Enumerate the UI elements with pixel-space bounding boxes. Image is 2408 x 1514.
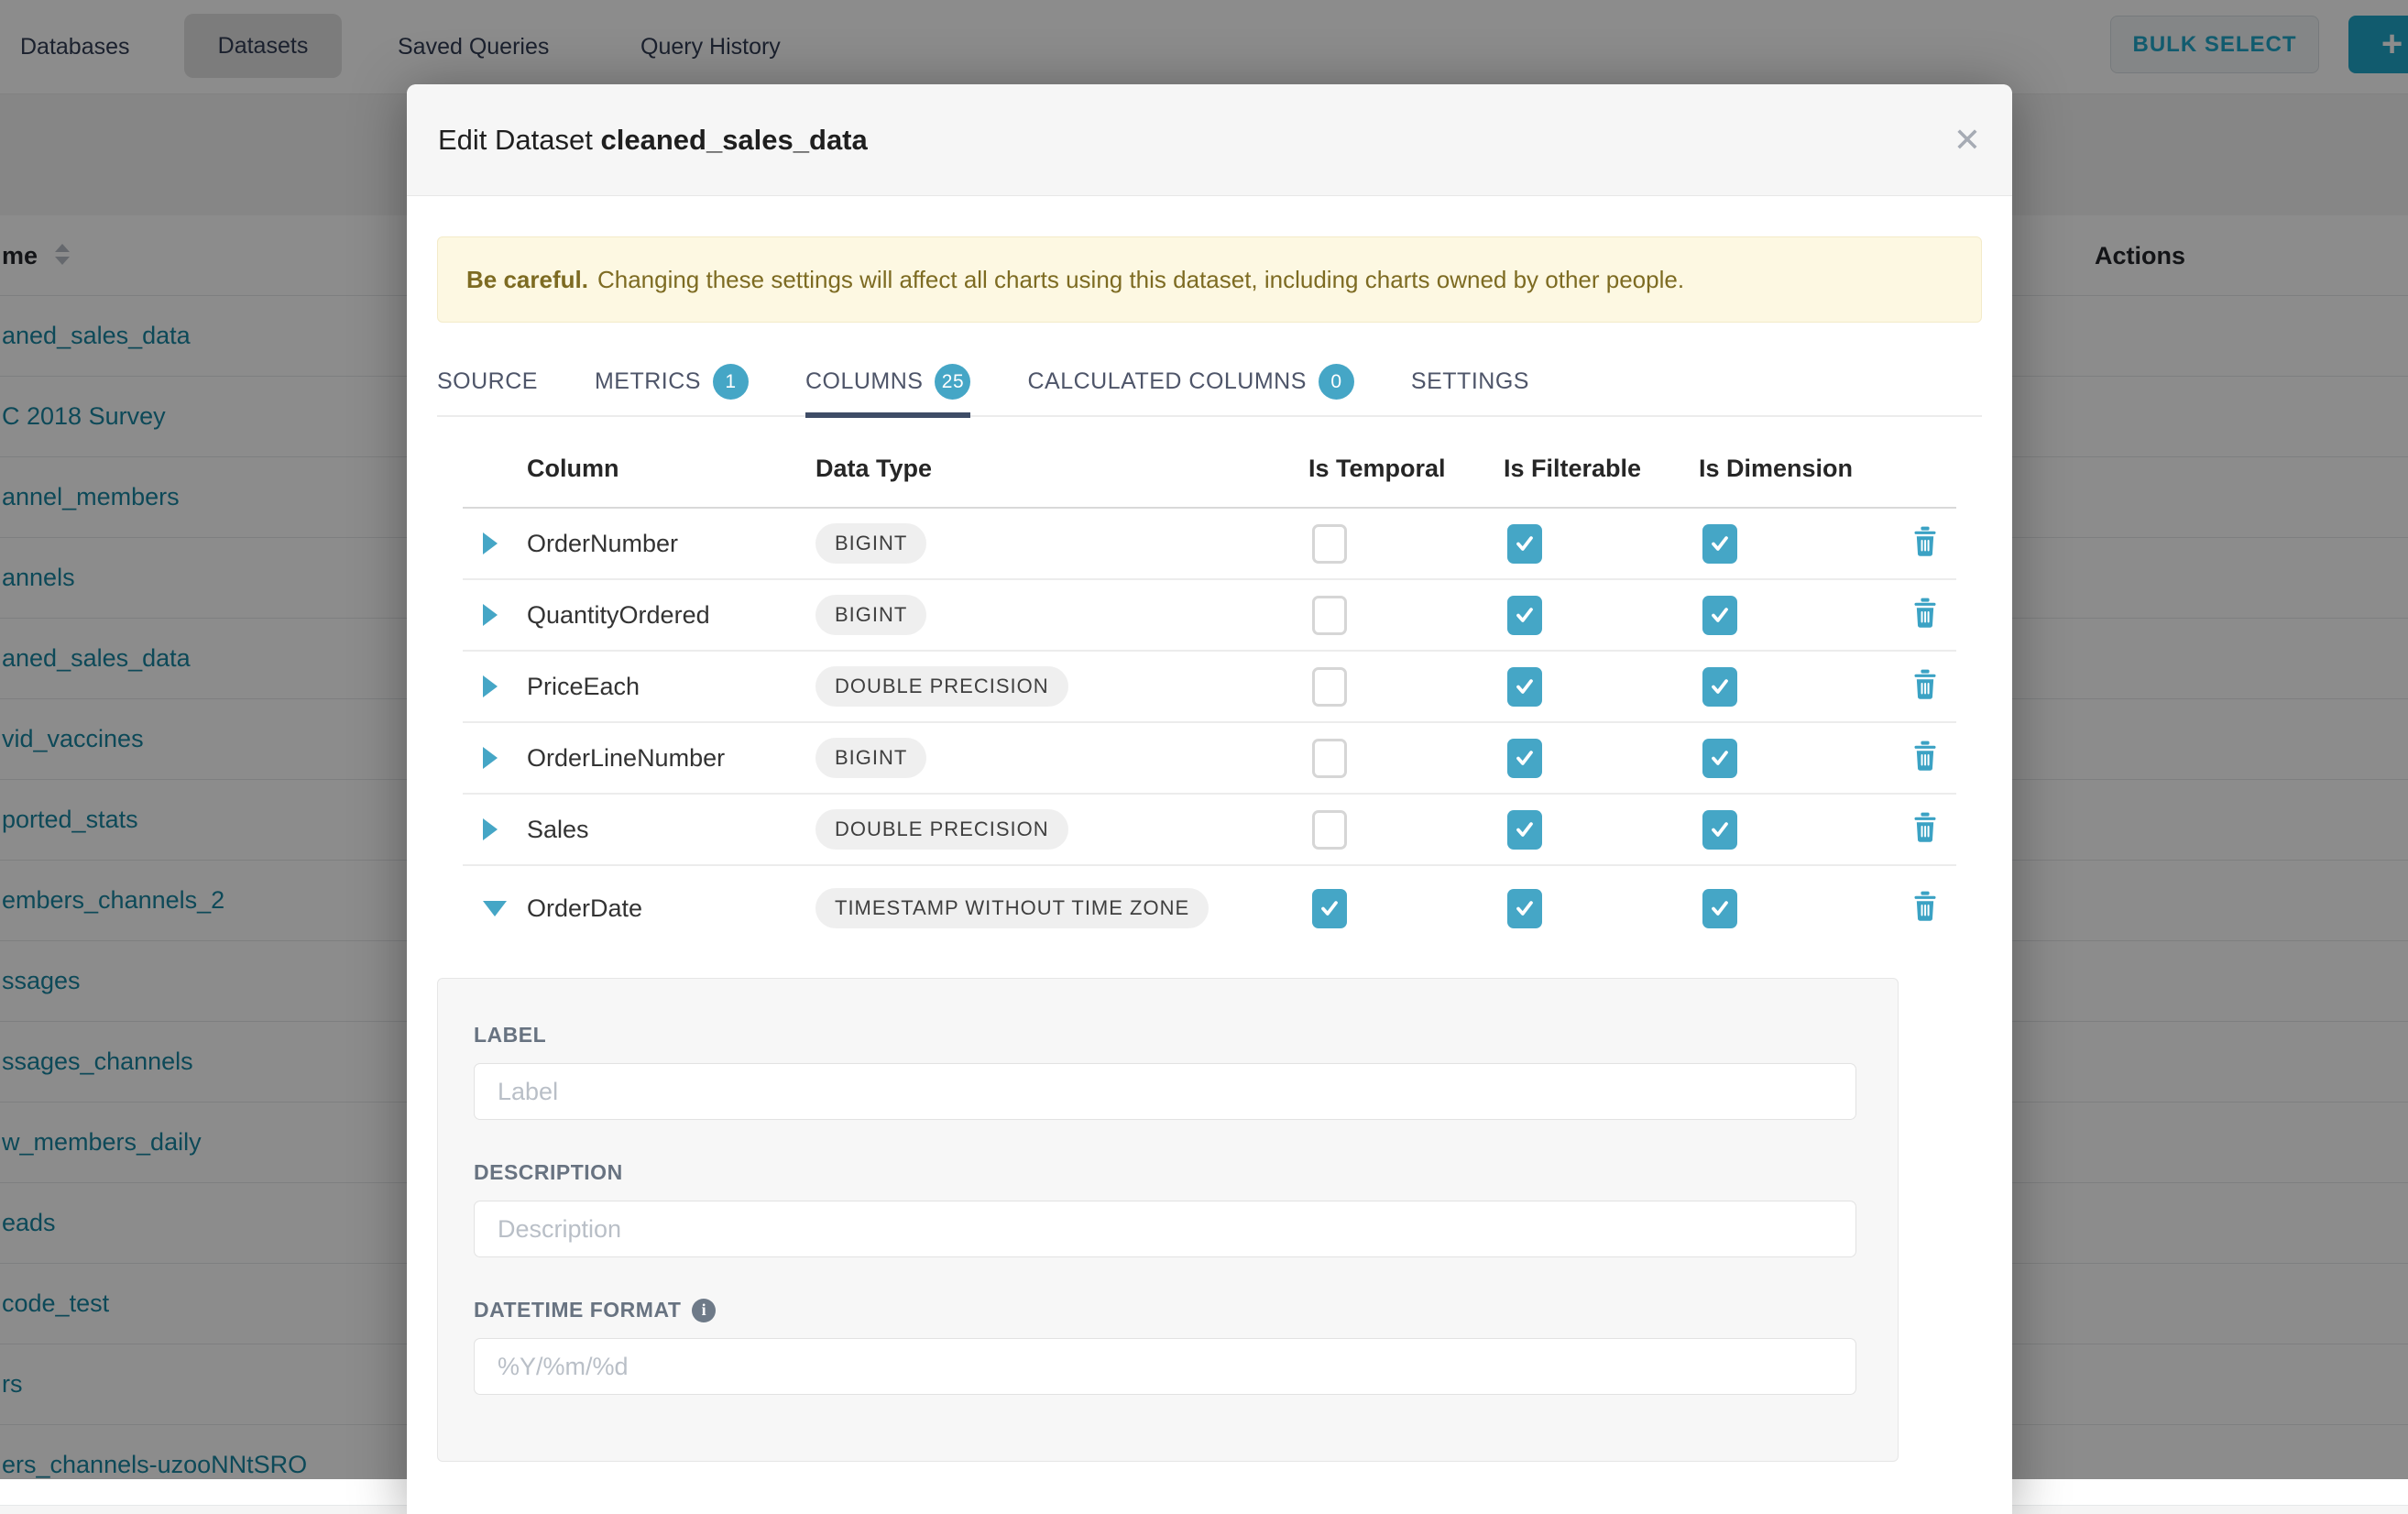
expand-caret-icon[interactable] bbox=[483, 604, 498, 626]
is-filterable-checkbox-checked[interactable] bbox=[1507, 810, 1542, 850]
data-type-badge: DOUBLE PRECISION bbox=[815, 809, 1068, 850]
is-temporal-header: Is Temporal bbox=[1308, 455, 1504, 483]
expand-caret-icon[interactable] bbox=[483, 675, 498, 697]
active-tab-indicator bbox=[805, 412, 971, 418]
columns-table-header-row: Column Data Type Is Temporal Is Filterab… bbox=[463, 417, 1956, 509]
is-filterable-checkbox-checked[interactable] bbox=[1507, 739, 1542, 778]
data-type-badge: BIGINT bbox=[815, 738, 926, 778]
tab-settings[interactable]: SETTINGS bbox=[1411, 347, 1529, 416]
columns-table: Column Data Type Is Temporal Is Filterab… bbox=[463, 417, 1956, 978]
is-temporal-checkbox-unchecked[interactable] bbox=[1312, 667, 1347, 707]
is-dimension-checkbox-checked[interactable] bbox=[1702, 739, 1737, 778]
tab-metrics[interactable]: METRICS 1 bbox=[595, 347, 749, 416]
column-name: OrderNumber bbox=[527, 530, 815, 558]
datetime-format-input[interactable] bbox=[474, 1338, 1856, 1395]
is-dimension-checkbox-checked[interactable] bbox=[1702, 596, 1737, 635]
column-name: Sales bbox=[527, 816, 815, 844]
column-name: OrderLineNumber bbox=[527, 744, 815, 773]
is-filterable-header: Is Filterable bbox=[1504, 455, 1699, 483]
is-dimension-checkbox-checked[interactable] bbox=[1702, 667, 1737, 707]
tab-label: CALCULATED COLUMNS bbox=[1027, 368, 1306, 395]
is-temporal-checkbox-unchecked[interactable] bbox=[1312, 596, 1347, 635]
delete-column-button[interactable] bbox=[1910, 741, 1940, 776]
trash-icon bbox=[1910, 741, 1940, 772]
is-temporal-checkbox-unchecked[interactable] bbox=[1312, 739, 1347, 778]
data-type-badge: TIMESTAMP WITHOUT TIME ZONE bbox=[815, 888, 1209, 928]
warning-banner: Be careful. Changing these settings will… bbox=[437, 236, 1982, 323]
column-name: QuantityOrdered bbox=[527, 601, 815, 630]
column-detail-editor: LABEL DESCRIPTION DATETIME FORMAT i bbox=[437, 978, 1899, 1462]
edit-dataset-modal: Edit Dataset cleaned_sales_data ✕ Be car… bbox=[407, 84, 2012, 1514]
expand-caret-icon[interactable] bbox=[483, 747, 498, 769]
is-temporal-checkbox-unchecked[interactable] bbox=[1312, 524, 1347, 564]
label-input[interactable] bbox=[474, 1063, 1856, 1120]
is-filterable-checkbox-checked[interactable] bbox=[1507, 596, 1542, 635]
tab-source[interactable]: SOURCE bbox=[437, 347, 538, 416]
warning-banner-text: Changing these settings will affect all … bbox=[597, 266, 1684, 294]
data-type-badge: BIGINT bbox=[815, 595, 926, 635]
is-dimension-checkbox-checked[interactable] bbox=[1702, 889, 1737, 928]
trash-icon bbox=[1910, 812, 1940, 843]
tab-count-badge: 1 bbox=[713, 364, 749, 400]
info-icon[interactable]: i bbox=[692, 1299, 716, 1322]
is-dimension-checkbox-checked[interactable] bbox=[1702, 810, 1737, 850]
column-name: PriceEach bbox=[527, 673, 815, 701]
modal-title: Edit Dataset cleaned_sales_data bbox=[438, 124, 868, 157]
trash-icon bbox=[1910, 598, 1940, 629]
delete-column-button[interactable] bbox=[1910, 891, 1940, 927]
data-type-header: Data Type bbox=[815, 455, 1308, 483]
column-name: OrderDate bbox=[527, 894, 815, 923]
tab-count-badge: 0 bbox=[1319, 364, 1354, 400]
column-row-orderdate: OrderDateTIMESTAMP WITHOUT TIME ZONE bbox=[463, 866, 1956, 978]
is-temporal-checkbox-checked[interactable] bbox=[1312, 889, 1347, 928]
is-filterable-checkbox-checked[interactable] bbox=[1507, 524, 1542, 564]
is-filterable-checkbox-checked[interactable] bbox=[1507, 889, 1542, 928]
data-type-badge: DOUBLE PRECISION bbox=[815, 666, 1068, 707]
trash-icon bbox=[1910, 891, 1940, 922]
modal-title-prefix: Edit Dataset bbox=[438, 124, 593, 156]
label-field-label: LABEL bbox=[474, 1023, 1855, 1048]
trash-icon bbox=[1910, 669, 1940, 700]
delete-column-button[interactable] bbox=[1910, 526, 1940, 562]
delete-column-button[interactable] bbox=[1910, 812, 1940, 848]
tab-label: COLUMNS bbox=[805, 368, 924, 395]
is-dimension-checkbox-checked[interactable] bbox=[1702, 524, 1737, 564]
trash-icon bbox=[1910, 526, 1940, 557]
description-field-label: DESCRIPTION bbox=[474, 1160, 1855, 1185]
tab-label: SOURCE bbox=[437, 368, 538, 395]
expand-caret-icon[interactable] bbox=[483, 818, 498, 840]
column-row-ordernumber: OrderNumberBIGINT bbox=[463, 509, 1956, 580]
column-row-orderlinenumber: OrderLineNumberBIGINT bbox=[463, 723, 1956, 795]
tab-label: SETTINGS bbox=[1411, 368, 1529, 395]
modal-body: Be careful. Changing these settings will… bbox=[407, 196, 2012, 1462]
tab-calculated-columns[interactable]: CALCULATED COLUMNS 0 bbox=[1027, 347, 1353, 416]
expand-caret-icon[interactable] bbox=[483, 532, 498, 554]
tab-count-badge: 25 bbox=[935, 364, 970, 400]
column-header: Column bbox=[527, 455, 815, 483]
tab-label: METRICS bbox=[595, 368, 701, 395]
data-type-badge: BIGINT bbox=[815, 523, 926, 564]
modal-tabs: SOURCE METRICS 1 COLUMNS 25 CALCULATED COLUMN… bbox=[437, 348, 1982, 417]
is-filterable-checkbox-checked[interactable] bbox=[1507, 667, 1542, 707]
column-row-quantityordered: QuantityOrderedBIGINT bbox=[463, 580, 1956, 652]
modal-title-dataset-name: cleaned_sales_data bbox=[601, 124, 868, 156]
modal-header: Edit Dataset cleaned_sales_data ✕ bbox=[407, 84, 2012, 196]
columns-table-body: OrderNumberBIGINTQuantityOrderedBIGINTPr… bbox=[463, 509, 1956, 978]
column-row-priceeach: PriceEachDOUBLE PRECISION bbox=[463, 652, 1956, 723]
close-icon[interactable]: ✕ bbox=[1954, 124, 1981, 157]
tab-columns[interactable]: COLUMNS 25 bbox=[805, 347, 971, 416]
column-row-sales: SalesDOUBLE PRECISION bbox=[463, 795, 1956, 866]
is-temporal-checkbox-unchecked[interactable] bbox=[1312, 810, 1347, 850]
is-dimension-header: Is Dimension bbox=[1699, 455, 1894, 483]
datetime-format-label-text: DATETIME FORMAT bbox=[474, 1298, 681, 1322]
description-input[interactable] bbox=[474, 1201, 1856, 1257]
delete-column-button[interactable] bbox=[1910, 598, 1940, 633]
datetime-format-field-label: DATETIME FORMAT i bbox=[474, 1298, 1855, 1322]
warning-banner-bold: Be careful. bbox=[466, 266, 588, 294]
collapse-caret-icon[interactable] bbox=[483, 901, 507, 916]
delete-column-button[interactable] bbox=[1910, 669, 1940, 705]
